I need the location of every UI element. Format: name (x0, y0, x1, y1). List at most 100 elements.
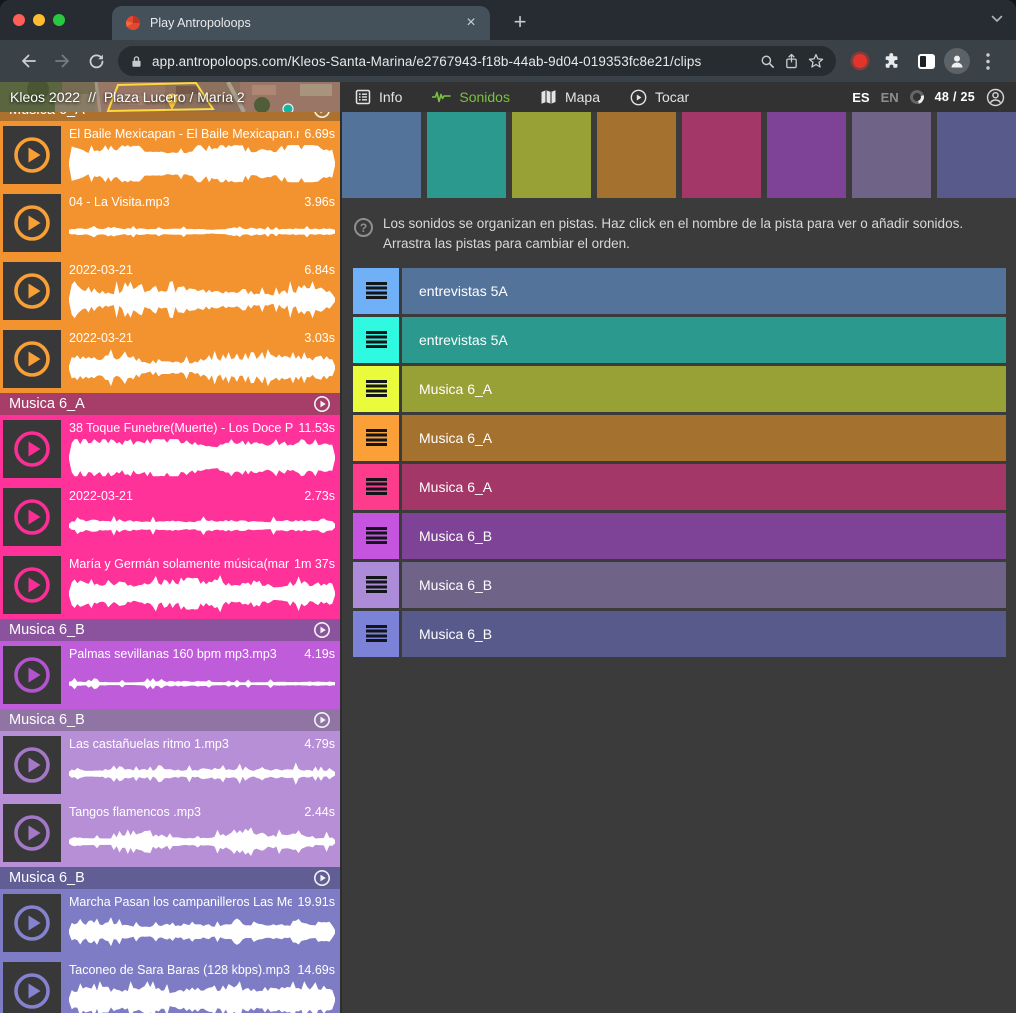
clip-row[interactable]: 2022-03-212.73s (0, 483, 340, 551)
track-drag-handle[interactable] (353, 317, 399, 363)
nav-item-info[interactable]: Info (355, 89, 402, 105)
section-header[interactable]: Musica 6_B (0, 619, 340, 641)
clip-title-row: 04 - La Visita.mp33.96s (69, 195, 335, 211)
reload-button[interactable] (80, 45, 112, 77)
clip-play-button[interactable] (3, 126, 61, 184)
sidebar-scroll[interactable]: Musica 6_A El Baile Mexicapan - El Baile … (0, 112, 340, 1013)
clip-row[interactable]: Marcha Pasan los campanilleros Las Mejor… (0, 889, 340, 957)
address-bar[interactable]: app.antropoloops.com/Kleos-Santa-Marina/… (118, 46, 836, 76)
clip-play-button[interactable] (3, 556, 61, 614)
section-header[interactable]: Musica 6_B (0, 709, 340, 731)
clip-row[interactable]: 38 Toque Funebre(Muerte) - Los Doce Par.… (0, 415, 340, 483)
section-play-icon[interactable] (313, 112, 331, 119)
track-row[interactable]: Musica 6_A (353, 415, 1006, 461)
track-swatch[interactable] (427, 112, 506, 198)
breadcrumb-project[interactable]: Kleos 2022 (10, 89, 80, 105)
clip-row[interactable]: María y Germán solamente música(maría 2.… (0, 551, 340, 619)
track-name-bar[interactable]: entrevistas 5A (402, 268, 1006, 314)
track-row[interactable]: Musica 6_B (353, 611, 1006, 657)
bookmark-star-icon[interactable] (808, 53, 824, 69)
section-play-icon[interactable] (313, 711, 331, 729)
back-button[interactable] (12, 45, 44, 77)
track-drag-handle[interactable] (353, 415, 399, 461)
section-header[interactable]: Musica 6_B (0, 867, 340, 889)
clip-info: María y Germán solamente música(maría 2.… (69, 551, 336, 619)
nav-item-tocar[interactable]: Tocar (630, 89, 689, 106)
breadcrumb-location[interactable]: Plaza Lucero / María 2 (104, 89, 245, 105)
track-name-bar[interactable]: entrevistas 5A (402, 317, 1006, 363)
track-drag-handle[interactable] (353, 366, 399, 412)
section-play-icon[interactable] (313, 621, 331, 639)
track-drag-handle[interactable] (353, 562, 399, 608)
section-play-icon[interactable] (313, 869, 331, 887)
clip-play-button[interactable] (3, 330, 61, 388)
clip-row[interactable]: Tangos flamencos .mp32.44s (0, 799, 340, 867)
track-swatch[interactable] (342, 112, 421, 198)
new-tab-button[interactable]: + (506, 8, 534, 36)
browser-tab[interactable]: Play Antropoloops × (112, 6, 490, 40)
clip-play-button[interactable] (3, 646, 61, 704)
clip-play-button[interactable] (3, 962, 61, 1013)
track-row[interactable]: Musica 6_A (353, 366, 1006, 412)
lang-es[interactable]: ES (852, 90, 869, 105)
track-drag-handle[interactable] (353, 513, 399, 559)
chevron-down-icon[interactable] (991, 15, 1003, 23)
maximize-window-button[interactable] (53, 14, 65, 26)
lang-en[interactable]: EN (881, 90, 899, 105)
clip-row[interactable]: 2022-03-216.84s (0, 257, 340, 325)
track-row[interactable]: Musica 6_B (353, 562, 1006, 608)
zoom-icon[interactable] (760, 54, 775, 69)
side-panel-button[interactable] (910, 45, 942, 77)
clip-play-button[interactable] (3, 488, 61, 546)
track-swatch[interactable] (512, 112, 591, 198)
profile-avatar[interactable] (944, 48, 970, 74)
track-name-bar[interactable]: Musica 6_A (402, 464, 1006, 510)
track-drag-handle[interactable] (353, 611, 399, 657)
clip-row[interactable]: El Baile Mexicapan - El Baile Mexicapan.… (0, 121, 340, 189)
track-row[interactable]: Musica 6_B (353, 513, 1006, 559)
track-row[interactable]: Musica 6_A (353, 464, 1006, 510)
clip-play-button[interactable] (3, 194, 61, 252)
minimize-window-button[interactable] (33, 14, 45, 26)
browser-menu-button[interactable] (972, 45, 1004, 77)
breadcrumb-map[interactable]: Kleos 2022 // Plaza Lucero / María 2 (0, 82, 340, 112)
clip-row[interactable]: 04 - La Visita.mp33.96s (0, 189, 340, 257)
clip-play-button[interactable] (3, 894, 61, 952)
track-row[interactable]: entrevistas 5A (353, 268, 1006, 314)
clip-play-button[interactable] (3, 736, 61, 794)
track-name-bar[interactable]: Musica 6_A (402, 415, 1006, 461)
clip-play-button[interactable] (3, 804, 61, 862)
track-swatch[interactable] (767, 112, 846, 198)
account-icon[interactable] (986, 88, 1005, 107)
track-swatch[interactable] (597, 112, 676, 198)
section-header[interactable]: Musica 6_A (0, 112, 340, 121)
track-drag-handle[interactable] (353, 268, 399, 314)
clip-play-button[interactable] (3, 262, 61, 320)
section-header[interactable]: Musica 6_A (0, 393, 340, 415)
tab-close-icon[interactable]: × (462, 15, 480, 31)
nav-item-sonidos[interactable]: Sonidos (432, 89, 510, 105)
track-swatch[interactable] (937, 112, 1016, 198)
track-name-bar[interactable]: Musica 6_B (402, 611, 1006, 657)
track-drag-handle[interactable] (353, 464, 399, 510)
clip-play-button[interactable] (3, 420, 61, 478)
clip-duration: 2.73s (304, 489, 335, 505)
clip-row[interactable]: Las castañuelas ritmo 1.mp34.79s (0, 731, 340, 799)
clip-row[interactable]: Palmas sevillanas 160 bpm mp3.mp34.19s (0, 641, 340, 709)
extensions-button[interactable] (876, 45, 908, 77)
track-name-bar[interactable]: Musica 6_B (402, 513, 1006, 559)
share-icon[interactable] (784, 53, 799, 69)
clip-row[interactable]: Taconeo de Sara Baras (128 kbps).mp314.6… (0, 957, 340, 1013)
track-name-bar[interactable]: Musica 6_B (402, 562, 1006, 608)
track-name-bar[interactable]: Musica 6_A (402, 366, 1006, 412)
nav-item-mapa[interactable]: Mapa (540, 89, 600, 105)
track-swatch[interactable] (682, 112, 761, 198)
section-play-icon[interactable] (313, 395, 331, 413)
recording-indicator[interactable] (853, 54, 867, 68)
close-window-button[interactable] (13, 14, 25, 26)
track-row[interactable]: entrevistas 5A (353, 317, 1006, 363)
clip-row[interactable]: 2022-03-213.03s (0, 325, 340, 393)
clip-title-row: El Baile Mexicapan - El Baile Mexicapan.… (69, 127, 335, 143)
track-swatch[interactable] (852, 112, 931, 198)
forward-button[interactable] (46, 45, 78, 77)
